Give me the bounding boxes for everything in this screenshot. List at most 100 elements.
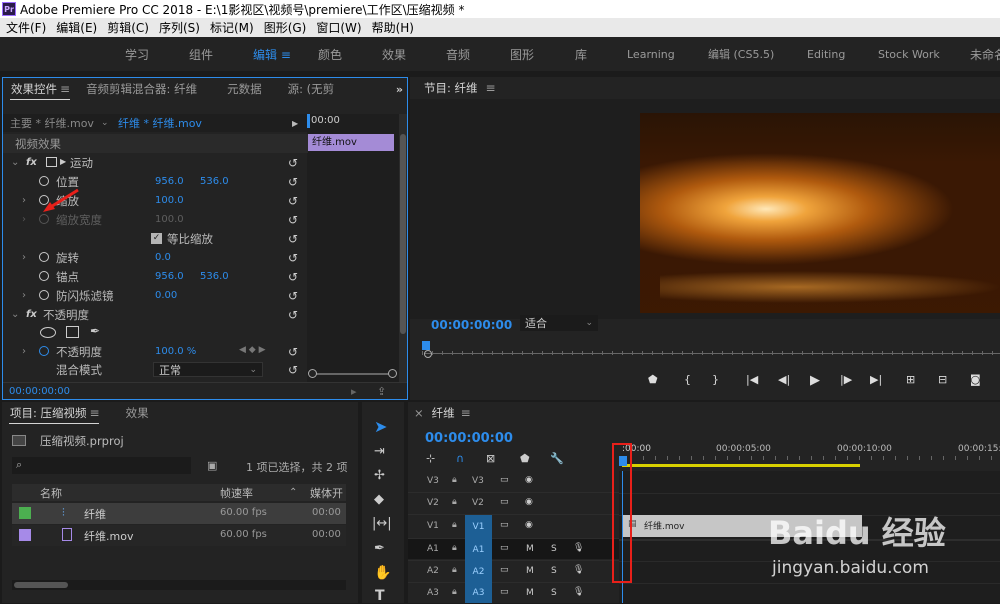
workspace-editing-cs55[interactable]: 编辑 (CS5.5) [708,46,774,62]
timeline-ruler[interactable]: :00:00 00:00:05:00 00:00:10:00 00:00:15:… [619,438,1000,472]
sort-chevron-icon[interactable]: ⌃ [289,487,297,498]
play-audio-icon[interactable]: ▸ [351,385,357,398]
master-clip-label[interactable]: 主要 * 纤维.mov [10,115,94,131]
menu-edit[interactable]: 编辑(E) [50,19,101,36]
wrench-icon[interactable]: 🔧 [550,452,564,465]
play-triangle-icon[interactable]: ▶ [292,119,298,128]
ellipse-mask-icon[interactable] [40,327,56,338]
lock-icon[interactable]: 🔒︎ [452,543,457,553]
column-media-start[interactable]: 媒体开 [310,485,343,501]
export-icon[interactable]: ⇪ [377,385,386,398]
pen-mask-icon[interactable]: ✒ [90,324,100,338]
ec-scrollbar[interactable] [399,114,407,382]
workspace-effects[interactable]: 效果 [382,46,406,63]
eye-icon[interactable]: ◉ [525,475,533,485]
solo-button[interactable]: S [551,588,557,598]
fit-select[interactable]: 适合 ⌄ [520,315,598,331]
rotation-value[interactable]: 0.0 [155,252,171,263]
tab-effects[interactable]: 效果 [108,405,157,421]
menu-sequence[interactable]: 序列(S) [153,19,204,36]
razor-tool-icon[interactable]: ◆ [374,492,384,507]
source-patch-v1[interactable]: V1 [465,515,492,539]
workspace-learning[interactable]: Learning [627,48,675,61]
track-select-tool-icon[interactable]: ⇥ [374,444,385,459]
lock-icon[interactable]: 🔒︎ [452,497,457,507]
selection-tool-icon[interactable]: ➤ [374,417,387,436]
program-timecode[interactable]: 00:00:00:00 [431,318,512,332]
reset-icon[interactable]: ↺ [288,345,298,359]
sequence-clip-label[interactable]: 纤维 * 纤维.mov [118,115,202,131]
program-playhead[interactable] [422,341,430,350]
sync-lock-icon[interactable]: ▭ [500,543,509,553]
motion-row[interactable]: ⌄ fx ▶ 运动 ↺ [3,153,308,172]
tab-effect-controls[interactable]: 效果控件 ≡ [3,81,78,97]
mute-button[interactable]: M [526,588,534,598]
snap-magnet-icon[interactable]: ∩ [456,452,464,465]
close-icon[interactable]: × [408,406,430,420]
source-patch-a1[interactable]: A1 [465,539,492,561]
reset-icon[interactable]: ↺ [288,156,298,170]
timeline-timecode[interactable]: 00:00:00:00 [425,431,513,446]
reset-icon[interactable]: ↺ [288,232,298,246]
work-area-bar[interactable] [622,464,860,467]
opacity-value[interactable]: 100.0 % [155,346,196,357]
stopwatch-icon[interactable] [39,176,49,186]
reset-icon[interactable]: ↺ [288,289,298,303]
new-bin-icon[interactable]: ▣ [207,459,217,472]
tab-source[interactable]: 源: (无剪 [270,81,343,97]
project-horizontal-scrollbar[interactable] [12,580,346,590]
step-back-icon[interactable]: ◀| [778,373,790,386]
menu-graphics[interactable]: 图形(G) [258,19,311,36]
menu-window[interactable]: 窗口(W) [310,19,365,36]
position-x-value[interactable]: 956.0 [155,176,184,187]
opacity-section-row[interactable]: ⌄ fx 不透明度 ↺ [3,305,308,324]
tab-project[interactable]: 项目: 压缩视频 ≡ [2,405,108,421]
blend-mode-select[interactable]: 正常 ⌄ [153,362,263,377]
sync-lock-icon[interactable]: ▭ [500,587,509,597]
mark-out-icon[interactable]: } [712,373,719,386]
mute-button[interactable]: M [526,566,534,576]
workspace-stock-work[interactable]: Stock Work [878,48,940,61]
project-search-input[interactable]: ⌕ [12,457,191,474]
reset-icon[interactable]: ↺ [288,175,298,189]
program-viewer[interactable] [410,99,1000,319]
solo-button[interactable]: S [551,544,557,554]
ripple-edit-tool-icon[interactable]: ✢ [374,468,385,483]
program-time-ruler[interactable] [422,341,1000,359]
reset-icon[interactable]: ↺ [288,308,298,322]
microphone-icon[interactable]: 🎙︎ [573,543,584,553]
sync-lock-icon[interactable]: ▭ [500,565,509,575]
workspace-editing[interactable]: 编辑 ≡ [253,46,291,63]
nest-icon[interactable]: ⊹ [426,452,435,465]
stopwatch-icon[interactable] [39,290,49,300]
tab-metadata[interactable]: 元数据 [205,81,270,97]
rectangle-mask-icon[interactable] [66,326,79,338]
step-forward-icon[interactable]: |▶ [840,373,852,386]
reset-icon[interactable]: ↺ [288,213,298,227]
tab-audio-clip-mixer[interactable]: 音频剪辑混合器: 纤维 [78,81,205,97]
reset-icon[interactable]: ↺ [288,270,298,284]
eye-icon[interactable]: ◉ [525,497,533,507]
play-icon[interactable]: ▶ [810,373,820,388]
solo-button[interactable]: S [551,566,557,576]
workspace-untitled[interactable]: 未命名 [970,46,1000,63]
add-marker-icon[interactable]: ⬟ [520,452,530,465]
go-to-out-icon[interactable]: ▶| [870,373,882,386]
menu-file[interactable]: 文件(F) [0,19,50,36]
export-frame-icon[interactable]: ◙ [970,373,981,386]
lock-icon[interactable]: 🔒︎ [452,475,457,485]
eye-icon[interactable]: ◉ [525,520,533,530]
workspace-libraries[interactable]: 库 [575,46,587,63]
workspace-assembly[interactable]: 组件 [189,46,213,63]
stopwatch-icon[interactable] [39,252,49,262]
source-patch-a3[interactable]: A3 [465,583,492,603]
anchor-y-value[interactable]: 536.0 [200,271,229,282]
workspace-color[interactable]: 颜色 [318,46,342,63]
tab-timeline[interactable]: 纤维 ≡ [430,405,479,421]
workspace-learn[interactable]: 学习 [125,46,149,63]
extract-icon[interactable]: ⊟ [938,373,947,386]
stopwatch-icon[interactable] [39,271,49,281]
reset-icon[interactable]: ↺ [288,251,298,265]
ec-zoom-scrollbar[interactable] [308,369,398,379]
anchor-x-value[interactable]: 956.0 [155,271,184,282]
